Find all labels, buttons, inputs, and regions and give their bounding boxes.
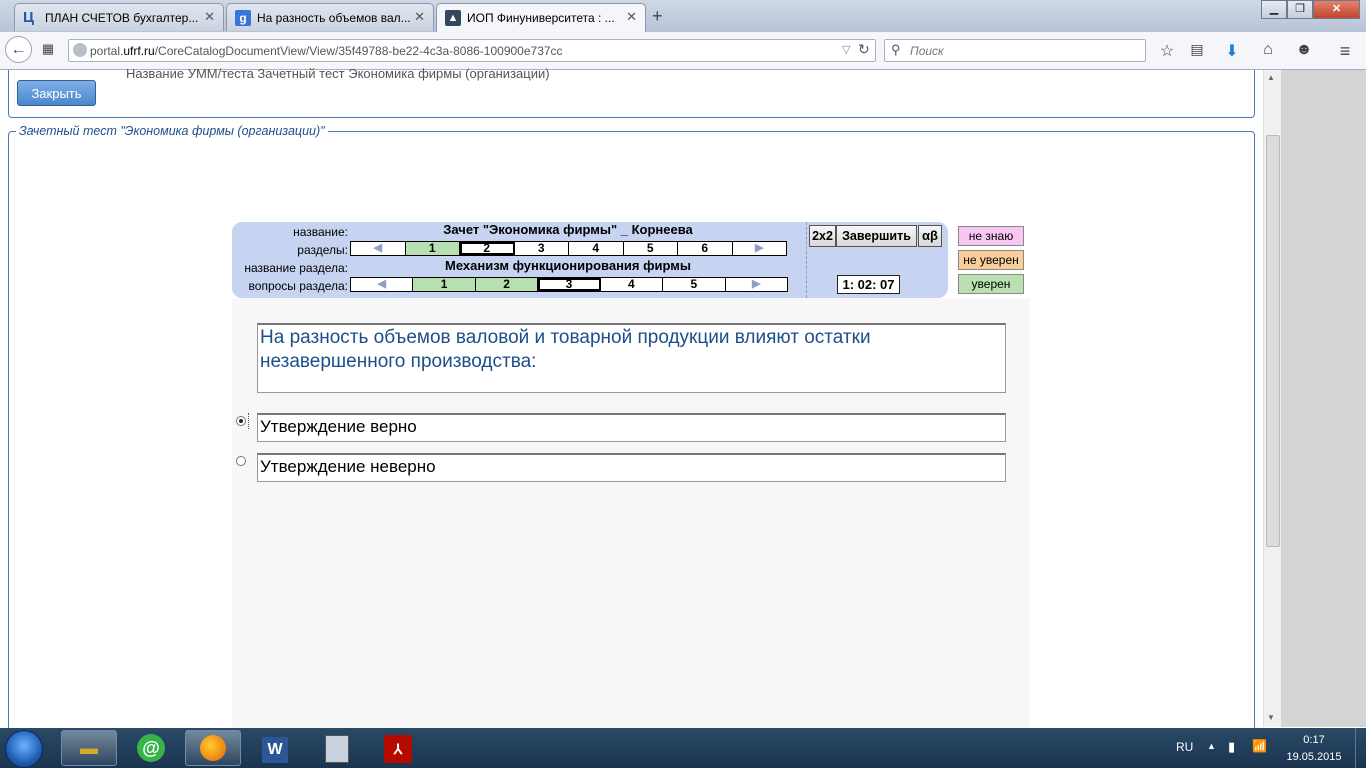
questions-label: вопросы раздела: bbox=[248, 279, 348, 293]
sections-prev-arrow-icon[interactable]: ◀ bbox=[351, 242, 406, 255]
history-dropdown-icon[interactable]: ▽ bbox=[842, 43, 850, 56]
close-window-button[interactable]: ✕ bbox=[1313, 0, 1360, 19]
section-name-label: название раздела: bbox=[244, 261, 348, 275]
section-3[interactable]: 3 bbox=[515, 242, 569, 255]
umm-title: Название УММ/теста Зачетный тест Экономи… bbox=[126, 66, 550, 81]
library-icon[interactable]: ▦ bbox=[38, 41, 58, 57]
close-button[interactable]: Закрыть bbox=[17, 80, 96, 106]
scrollbar-thumb[interactable] bbox=[1266, 135, 1280, 547]
tab-plan-schetov[interactable]: Ц ПЛАН СЧЕТОВ бухгалтер... ✕ bbox=[14, 3, 224, 31]
explorer-folder-icon[interactable]: ▬ bbox=[61, 730, 117, 766]
word-icon[interactable]: W bbox=[247, 730, 303, 766]
questions-next-arrow-icon[interactable]: ▶ bbox=[726, 278, 787, 291]
sections-label: разделы: bbox=[297, 243, 348, 257]
pdf-reader-icon[interactable]: ⅄ bbox=[370, 730, 426, 766]
start-button[interactable] bbox=[5, 730, 43, 768]
answer-radio-1[interactable] bbox=[236, 416, 246, 426]
firefox-icon[interactable] bbox=[185, 730, 241, 766]
question-text: На разность объемов валовой и товарной п… bbox=[260, 327, 871, 372]
questions-prev-arrow-icon[interactable]: ◀ bbox=[351, 278, 414, 291]
globe-icon bbox=[73, 43, 87, 57]
questions-nav: ◀ 1 2 3 4 5 ▶ bbox=[350, 277, 788, 292]
sections-nav: ◀ 1 2 3 4 5 6 ▶ bbox=[350, 241, 787, 256]
search-placeholder: Поиск bbox=[910, 44, 944, 58]
tab-title: ПЛАН СЧЕТОВ бухгалтер... bbox=[45, 11, 199, 25]
question-1[interactable]: 1 bbox=[413, 278, 476, 291]
section-1[interactable]: 1 bbox=[405, 242, 460, 255]
download-icon[interactable]: ⬇ bbox=[1222, 41, 1242, 61]
tab-iop-finuniver[interactable]: ▲ ИОП Финуниверситета : ... ✕ bbox=[436, 3, 646, 33]
answer-text-1: Утверждение верно bbox=[260, 417, 417, 436]
scroll-up-icon[interactable]: ▲ bbox=[1267, 73, 1275, 82]
question-5[interactable]: 5 bbox=[663, 278, 726, 291]
section-5[interactable]: 5 bbox=[624, 242, 678, 255]
new-tab-plus-icon[interactable]: + bbox=[652, 6, 663, 27]
show-desktop-button[interactable] bbox=[1355, 728, 1366, 768]
section-2[interactable]: 2 bbox=[460, 242, 515, 255]
name-label: название: bbox=[293, 225, 348, 239]
question-2[interactable]: 2 bbox=[475, 278, 539, 291]
dont-know-button[interactable]: не знаю bbox=[958, 226, 1024, 246]
clock-time[interactable]: 0:17 bbox=[1286, 734, 1342, 746]
page-margin bbox=[1281, 70, 1366, 727]
mail-agent-icon[interactable]: @ bbox=[123, 730, 179, 766]
alpha-beta-button[interactable]: αβ bbox=[918, 225, 942, 247]
tab-title: На разность объемов вал... bbox=[257, 11, 411, 25]
tab-close-icon[interactable]: ✕ bbox=[414, 9, 425, 25]
tab-close-icon[interactable]: ✕ bbox=[626, 9, 637, 25]
menu-icon[interactable]: ≡ bbox=[1335, 41, 1355, 62]
clock-date[interactable]: 19.05.2015 bbox=[1286, 751, 1342, 763]
tab-title: ИОП Финуниверситета : ... bbox=[467, 11, 615, 25]
test-legend: Зачетный тест "Экономика фирмы (организа… bbox=[16, 124, 328, 138]
scroll-down-icon[interactable]: ▼ bbox=[1267, 713, 1275, 722]
answer-radio-2[interactable] bbox=[236, 456, 246, 466]
maximize-button[interactable]: ❐ bbox=[1287, 0, 1313, 19]
ts-logo-icon: Ц bbox=[23, 9, 34, 26]
back-arrow-icon[interactable]: ← bbox=[5, 36, 32, 63]
url-text: portal.ufrf.ru/CoreCatalogDocumentView/V… bbox=[90, 44, 563, 58]
timer: 1: 02: 07 bbox=[837, 275, 900, 294]
finish-button[interactable]: Завершить bbox=[836, 225, 917, 247]
calculator-icon[interactable] bbox=[309, 730, 365, 766]
question-3[interactable]: 3 bbox=[538, 278, 601, 291]
not-sure-button[interactable]: не уверен bbox=[958, 250, 1024, 270]
answer-text-2: Утверждение неверно bbox=[260, 457, 436, 476]
battery-icon[interactable]: ▮ bbox=[1228, 739, 1235, 755]
tab-google-search[interactable]: g На разность объемов вал... ✕ bbox=[226, 3, 434, 31]
reading-list-icon[interactable]: ▤ bbox=[1187, 41, 1207, 58]
tab-close-icon[interactable]: ✕ bbox=[204, 9, 215, 25]
sure-button[interactable]: уверен bbox=[958, 274, 1024, 294]
show-hidden-icons-icon[interactable]: ▲ bbox=[1207, 741, 1216, 751]
minimize-button[interactable]: ▁ bbox=[1261, 0, 1287, 19]
search-icon: ⚲ bbox=[891, 42, 901, 57]
mortarboard-icon: ▲ bbox=[445, 10, 461, 26]
google-icon: g bbox=[235, 10, 251, 26]
section-4[interactable]: 4 bbox=[569, 242, 624, 255]
question-4[interactable]: 4 bbox=[601, 278, 664, 291]
home-icon[interactable]: ⌂ bbox=[1258, 41, 1278, 59]
section-name: Механизм функционирования фирмы bbox=[445, 258, 691, 273]
reload-icon[interactable]: ↻ bbox=[858, 41, 870, 58]
signal-icon[interactable]: 📶 bbox=[1252, 739, 1267, 753]
2x2-button[interactable]: 2x2 bbox=[809, 225, 836, 247]
focus-marker bbox=[248, 413, 250, 429]
test-name: Зачет "Экономика фирмы" _ Корнеева bbox=[443, 222, 693, 237]
bookmark-star-icon[interactable]: ☆ bbox=[1157, 41, 1177, 61]
sections-next-arrow-icon[interactable]: ▶ bbox=[733, 242, 787, 255]
language-indicator[interactable]: RU bbox=[1176, 740, 1193, 754]
hello-chat-icon[interactable]: ☻ bbox=[1294, 41, 1314, 59]
section-6[interactable]: 6 bbox=[678, 242, 733, 255]
